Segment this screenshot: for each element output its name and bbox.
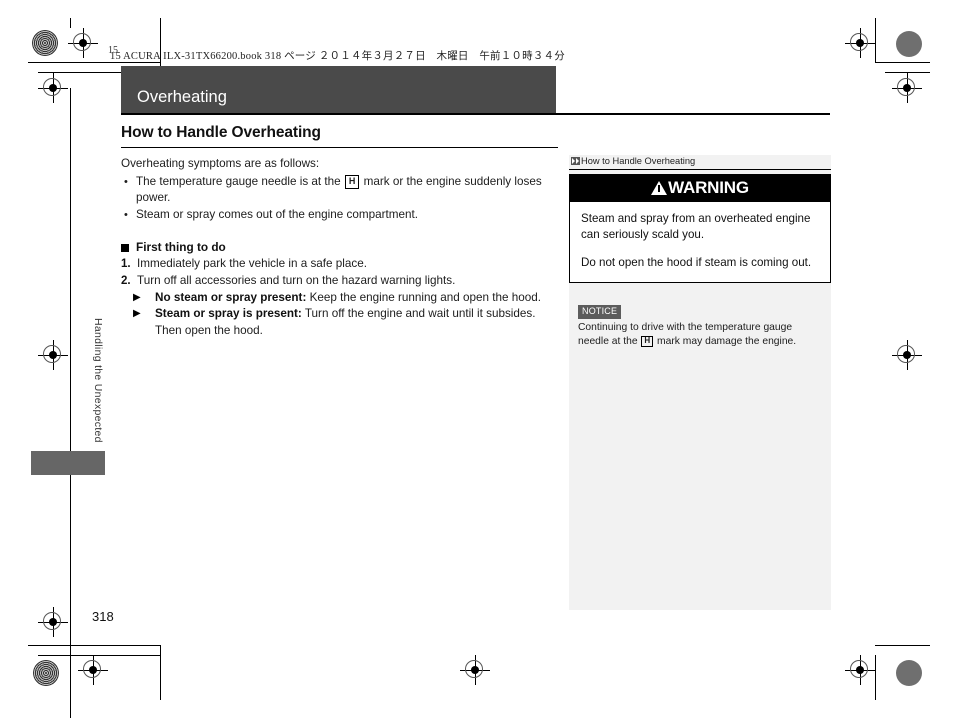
book-header-line: 15 ACURA ILX-31TX66200.book 318 ページ ２０１４…	[110, 51, 565, 62]
list-item: The temperature gauge needle is at the H…	[121, 174, 558, 207]
color-bar-bottom-left	[33, 660, 59, 686]
registration-mark-bottom-left	[38, 340, 68, 370]
subsection-heading: First thing to do	[121, 240, 558, 254]
notice-badge: NOTICE	[578, 305, 622, 319]
symptom-text-before: The temperature gauge needle is at the	[136, 174, 344, 188]
crop-line-top-right-h2	[885, 72, 930, 73]
color-bar-top-right	[896, 31, 922, 57]
warning-body: Steam and spray from an overheated engin…	[570, 202, 830, 282]
warning-box: WARNING Steam and spray from an overheat…	[569, 174, 831, 283]
page-title: How to Handle Overheating	[121, 124, 321, 141]
symptom-text: Steam or spray comes out of the engine c…	[136, 207, 418, 221]
registration-mark-bottom-left-inner	[78, 655, 108, 685]
crop-line-bottom-left-h	[28, 645, 160, 646]
list-item: ▶ No steam or spray present: Keep the en…	[133, 290, 558, 307]
sidebar-reference-label: How to Handle Overheating	[581, 156, 696, 166]
sidebar-panel: How to Handle Overheating WARNING Steam …	[569, 155, 831, 610]
step-text: Immediately park the vehicle in a safe p…	[137, 257, 367, 270]
intro-text: Overheating symptoms are as follows:	[121, 157, 320, 170]
registration-mark-bottom-center	[460, 655, 490, 685]
section-tab-marker	[31, 451, 105, 475]
registration-mark-top-right	[845, 28, 875, 58]
chapter-title: Overheating	[137, 88, 227, 106]
crop-line-bottom-left-v	[160, 645, 161, 700]
title-underline-rule	[121, 113, 830, 115]
list-item: Steam or spray comes out of the engine c…	[121, 207, 558, 224]
action-text: Keep the engine running and open the hoo…	[306, 290, 541, 304]
crop-line-bottom-left-h2	[38, 655, 160, 656]
action-condition-label: No steam or spray present:	[155, 290, 307, 304]
arrow-right-icon: ▶	[133, 291, 141, 303]
crop-line-bottom-right-h	[875, 645, 930, 646]
warning-paragraph: Do not open the hood if steam is coming …	[581, 256, 812, 269]
notice-text: Continuing to drive with the temperature…	[578, 321, 823, 348]
symptom-list: The temperature gauge needle is at the H…	[121, 174, 558, 224]
crop-line-top-left-v3	[70, 88, 71, 718]
procedure-step-list: Immediately park the vehicle in a safe p…	[121, 256, 558, 290]
notice-text-after: mark may damage the engine.	[654, 335, 797, 347]
step-text: Turn off all accessories and turn on the…	[137, 273, 456, 287]
warning-triangle-icon	[651, 181, 668, 195]
manual-page: 15 15 ACURA ILX-31TX66200.book 318 ページ ２…	[0, 0, 954, 718]
crop-line-bottom-right-v	[875, 655, 876, 700]
registration-mark-top-left	[68, 28, 98, 58]
action-condition-label: Steam or spray is present:	[155, 307, 302, 321]
crop-line-top-left-v	[160, 18, 161, 72]
temp-gauge-h-mark-icon: H	[344, 174, 360, 189]
double-chevron-right-icon	[571, 157, 580, 165]
registration-mark-top-right-inner	[892, 73, 922, 103]
notice-block: NOTICE Continuing to drive with the temp…	[578, 301, 831, 348]
list-item: Turn off all accessories and turn on the…	[121, 273, 558, 290]
section-tab-label: Handling the Unexpected	[92, 318, 104, 443]
conditional-action-list: ▶ No steam or spray present: Keep the en…	[121, 290, 558, 340]
registration-mark-bottom-left-outer	[38, 607, 68, 637]
warning-title: WARNING	[668, 178, 749, 197]
list-item: Immediately park the vehicle in a safe p…	[121, 256, 558, 273]
registration-mark-top-left-inner	[38, 73, 68, 103]
color-bar-top-left	[32, 30, 58, 56]
page-title-rule	[121, 147, 558, 148]
warning-paragraph: Steam and spray from an overheated engin…	[581, 212, 811, 241]
main-content-column: How to Handle Overheating Overheating sy…	[121, 124, 558, 340]
list-item: ▶ Steam or spray is present: Turn off th…	[133, 306, 558, 340]
sidebar-reference-header: How to Handle Overheating	[569, 155, 831, 170]
chapter-title-bar: Overheating	[121, 66, 556, 113]
crop-line-top-right-v	[875, 18, 876, 62]
crop-line-top-right-h	[875, 62, 930, 63]
crop-line-top-left-v2	[70, 18, 71, 28]
page-number: 318	[92, 609, 114, 624]
registration-mark-right-middle	[892, 340, 922, 370]
temp-gauge-h-mark-icon: H	[641, 335, 654, 347]
registration-mark-bottom-right	[845, 655, 875, 685]
warning-header: WARNING	[570, 175, 830, 202]
arrow-right-icon: ▶	[133, 308, 141, 320]
color-bar-bottom-right	[896, 660, 922, 686]
